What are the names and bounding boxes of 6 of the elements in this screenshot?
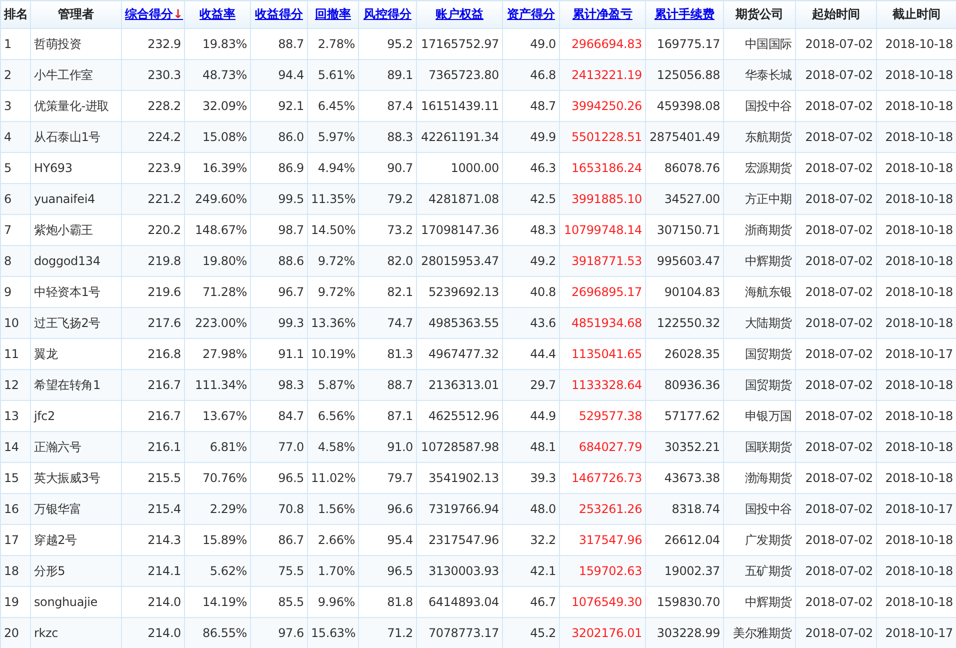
column-header: 期货公司: [736, 7, 784, 21]
column-header: 起始时间: [812, 7, 860, 21]
column-header: 截止时间: [892, 7, 940, 21]
table-cell: 20: [0, 618, 30, 648]
column-header: 排名: [4, 7, 28, 21]
column-header: 管理者: [58, 7, 94, 21]
